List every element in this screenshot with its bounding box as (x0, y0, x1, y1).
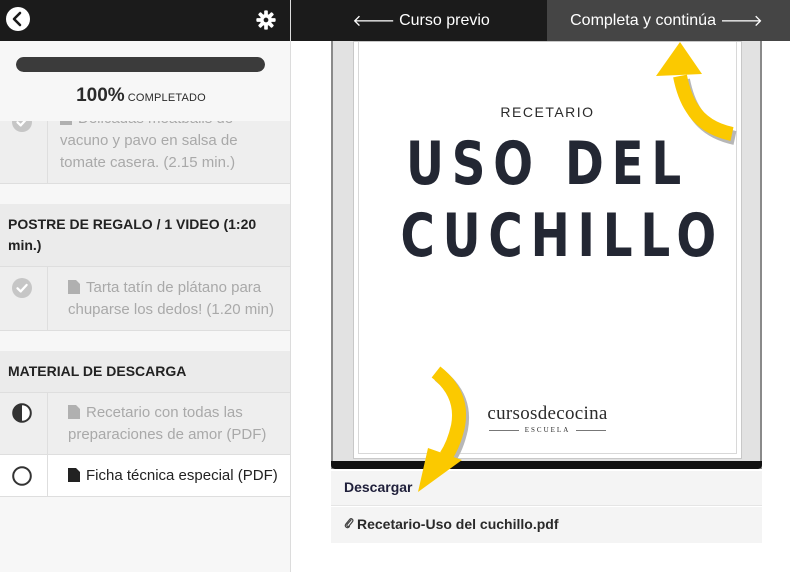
document-icon (68, 280, 80, 294)
annotation-arrow-down-icon (418, 366, 469, 492)
paperclip-icon (344, 516, 354, 532)
progress-percent: 100% (76, 85, 125, 106)
previous-lesson-button[interactable]: 🡐 Curso previo (291, 0, 547, 41)
check-circle-icon (12, 278, 32, 298)
sidebar-header (0, 0, 290, 41)
section-title-material: MATERIAL DE DESCARGA (0, 351, 290, 393)
progress-status: COMPLETADO (127, 92, 206, 104)
lesson-item-ficha[interactable]: Ficha técnica especial (PDF) (0, 455, 290, 497)
settings-button[interactable] (255, 9, 277, 31)
course-sidebar: Delicadas meatballs de vacuno y pavo en … (0, 0, 291, 572)
lesson-item-recetario[interactable]: Recetario con todas las preparaciones de… (0, 393, 290, 455)
download-header: Descargar (331, 471, 762, 506)
progress-bar-fill (16, 57, 265, 72)
brand-sub: ESCUELA (524, 426, 571, 434)
document-icon (68, 468, 80, 482)
back-button[interactable] (6, 7, 30, 31)
pdf-viewer-footer (331, 461, 762, 469)
arrow-right-icon: 🡒 (719, 13, 763, 30)
half-circle-icon (12, 403, 32, 423)
empty-circle-icon (12, 466, 32, 486)
annotation-arrow-up-icon (656, 42, 737, 145)
arrow-left-icon: 🡐 (352, 13, 396, 30)
gear-icon (256, 10, 276, 30)
complete-continue-label: Completa y continúa (570, 11, 716, 29)
lesson-title: Tarta tatín de plátano para chuparse los… (68, 279, 274, 318)
lesson-title: Ficha técnica especial (PDF) (86, 467, 278, 484)
progress-bar (16, 57, 265, 72)
lesson-nav: 🡐 Curso previo Completa y continúa 🡒 (291, 0, 790, 41)
chevron-left-icon (12, 11, 22, 27)
section-title-postre: POSTRE DE REGALO / 1 VIDEO (1:20 min.) (0, 204, 290, 267)
progress-panel: 100% COMPLETADO (0, 41, 290, 121)
lesson-item-tarta[interactable]: Tarta tatín de plátano para chuparse los… (0, 267, 290, 331)
download-file-name: Recetario-Uso del cuchillo.pdf (357, 516, 559, 532)
previous-lesson-label: Curso previo (399, 11, 490, 29)
document-icon (68, 405, 80, 419)
progress-label: 100% COMPLETADO (0, 85, 282, 107)
lesson-title: Recetario con todas las preparaciones de… (68, 404, 267, 443)
complete-continue-button[interactable]: Completa y continúa 🡒 (547, 0, 790, 41)
download-file-link[interactable]: Recetario-Uso del cuchillo.pdf (331, 507, 762, 543)
